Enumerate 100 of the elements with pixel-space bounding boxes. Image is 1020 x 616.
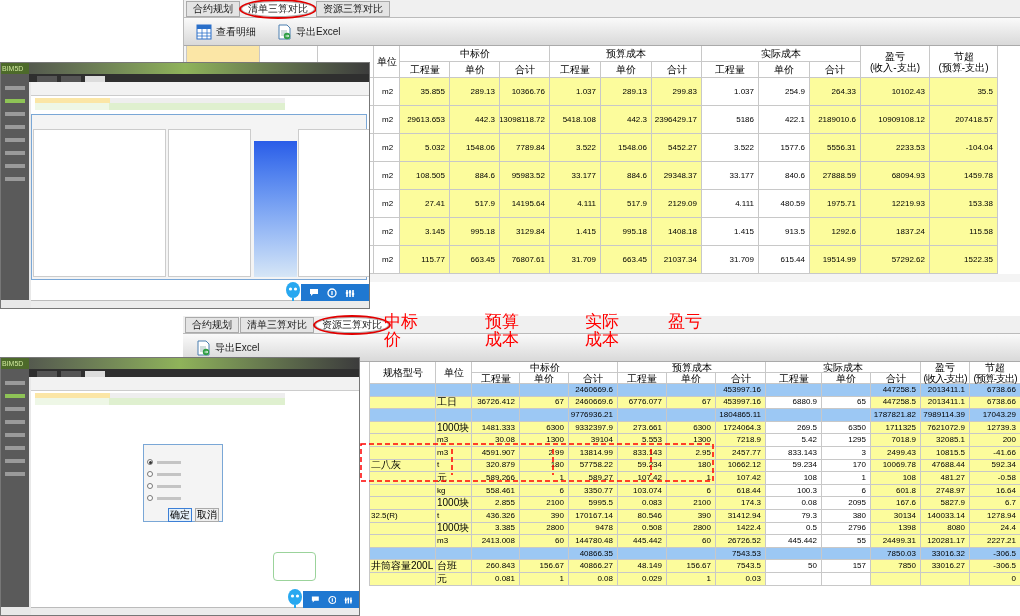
sidebar-item[interactable] <box>5 420 25 424</box>
column-group-header: 实际成本 <box>702 46 861 62</box>
tab[interactable]: 资源三算对比 <box>316 1 390 17</box>
table-cell: 7789.84 <box>500 134 550 162</box>
table-cell: 157 <box>822 560 871 573</box>
table-cell: 107.42 <box>716 472 766 485</box>
table-cell: -0.58 <box>970 472 1020 485</box>
sidebar-item[interactable] <box>5 472 25 476</box>
sidebar-item[interactable] <box>5 381 25 385</box>
table-cell: 14195.64 <box>500 190 550 218</box>
table-cell: 144780.48 <box>569 535 618 548</box>
sidebar-item[interactable] <box>5 151 25 155</box>
table-cell: 1.037 <box>550 78 601 106</box>
table-cell: 1522.35 <box>930 246 998 274</box>
table-cell: 0.083 <box>618 497 667 510</box>
table-cell: 48.149 <box>618 560 667 573</box>
table-cell: 445.442 <box>766 535 822 548</box>
table-cell: 40866.27 <box>569 560 618 573</box>
radio-button[interactable] <box>147 495 153 501</box>
details-button[interactable]: 查看明细 <box>192 20 260 43</box>
radio-button[interactable] <box>147 471 153 477</box>
tab[interactable]: 合约规划 <box>185 317 239 333</box>
table-cell: 10102.43 <box>861 78 930 106</box>
sidebar-item[interactable] <box>5 177 25 181</box>
table-cell: 913.5 <box>759 218 810 246</box>
sidebar-item[interactable] <box>5 99 25 103</box>
table-cell: 2100 <box>520 497 569 510</box>
table-cell: 299.83 <box>652 78 702 106</box>
list-row[interactable] <box>35 103 285 110</box>
table-cell: 1577.6 <box>759 134 810 162</box>
table-cell: 884.6 <box>450 162 500 190</box>
tab[interactable]: 清单三算对比 <box>241 1 315 17</box>
table-cell <box>667 384 716 397</box>
sidebar-item[interactable] <box>5 433 25 437</box>
export-button[interactable]: 导出Excel <box>272 20 345 43</box>
table-cell <box>472 384 520 397</box>
chat-icon <box>311 595 320 604</box>
table-cell: 2189010.6 <box>810 106 861 134</box>
sidebar-item[interactable] <box>5 86 25 90</box>
table-cell: 589.266 <box>472 472 520 485</box>
table-cell: 3.145 <box>400 218 450 246</box>
table-cell <box>667 409 716 422</box>
table-cell: 1459.78 <box>930 162 998 190</box>
window-tab[interactable] <box>61 371 81 377</box>
table-cell: 21037.34 <box>652 246 702 274</box>
table-cell: 1292.6 <box>810 218 861 246</box>
table-cell: 27888.59 <box>810 162 861 190</box>
sidebar-item[interactable] <box>5 459 25 463</box>
table-cell: 24499.31 <box>871 535 921 548</box>
tab[interactable]: 合约规划 <box>186 1 240 17</box>
table-cell: 7989114.39 <box>921 409 970 422</box>
table-cell: -306.5 <box>970 560 1020 573</box>
table-cell: 517.9 <box>601 190 652 218</box>
table-cell: 57292.62 <box>861 246 930 274</box>
table-cell: 2413.008 <box>472 535 520 548</box>
table-cell: 3.522 <box>702 134 759 162</box>
table-cell: 995.18 <box>450 218 500 246</box>
sidebar-item[interactable] <box>5 125 25 129</box>
sidebar-item[interactable] <box>5 446 25 450</box>
sidebar-item[interactable] <box>5 164 25 168</box>
radio-button[interactable] <box>147 459 153 465</box>
radio-button[interactable] <box>147 483 153 489</box>
info-icon <box>327 287 337 298</box>
table-cell: 442.3 <box>601 106 652 134</box>
table-cell <box>436 409 472 422</box>
window-tab[interactable] <box>37 76 57 82</box>
window-tab[interactable] <box>37 371 57 377</box>
table-cell: 55 <box>822 535 871 548</box>
column-header: 单价 <box>601 62 652 78</box>
table-cell: 27.41 <box>400 190 450 218</box>
column-header: 合计 <box>652 62 702 78</box>
table-cell: 107.42 <box>618 472 667 485</box>
table-cell: 31.709 <box>702 246 759 274</box>
table-cell <box>766 384 822 397</box>
table-cell: 1000块 <box>436 497 472 510</box>
column-header: 合计 <box>871 373 921 384</box>
column-header: 单价 <box>759 62 810 78</box>
column-header: 节超 <box>985 361 1005 373</box>
sidebar-item[interactable] <box>5 407 25 411</box>
table-cell <box>520 384 569 397</box>
table-cell: 2396429.17 <box>652 106 702 134</box>
table-cell: 5556.31 <box>810 134 861 162</box>
window-tab[interactable] <box>85 76 105 82</box>
confirm-button[interactable]: 确定 <box>168 508 192 522</box>
list-row[interactable] <box>35 398 285 405</box>
table-cell: 4.111 <box>702 190 759 218</box>
sidebar-item[interactable] <box>5 112 25 116</box>
table-cell: 台班 <box>436 560 472 573</box>
window-tab[interactable] <box>61 76 81 82</box>
cancel-button[interactable]: 取消 <box>195 508 219 522</box>
table-cell: 33.177 <box>702 162 759 190</box>
sidebar-item[interactable] <box>5 138 25 142</box>
table-cell: 108.505 <box>400 162 450 190</box>
window-tab[interactable] <box>85 371 105 377</box>
table-cell: 156.67 <box>520 560 569 573</box>
sidebar-item[interactable] <box>5 394 25 398</box>
column-header: 盈亏 <box>885 50 905 62</box>
table-cell: 60 <box>520 535 569 548</box>
table-cell: 1408.18 <box>652 218 702 246</box>
tab[interactable]: 清单三算对比 <box>240 317 314 333</box>
